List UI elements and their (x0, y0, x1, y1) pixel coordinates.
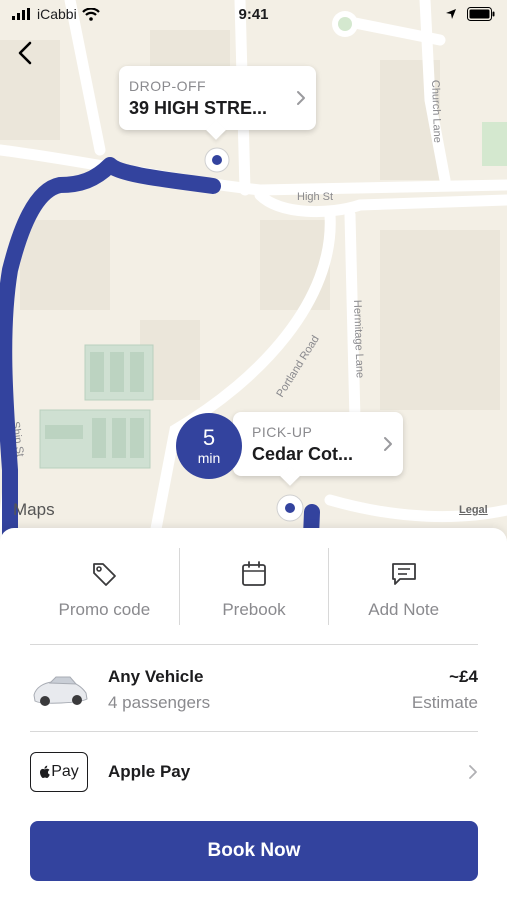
car-icon (33, 676, 88, 706)
prebook-label: Prebook (222, 600, 286, 619)
vehicle-passengers: 4 passengers (108, 693, 211, 712)
divider (30, 731, 478, 732)
chevron-left-icon (18, 41, 32, 65)
book-now-button[interactable]: Book Now (30, 821, 478, 881)
map-view[interactable]: High St Church Lane Hermitage Lane Portl… (0, 0, 507, 560)
apple-logo-icon (40, 765, 51, 778)
add-note-label: Add Note (368, 600, 440, 619)
eta-badge: 5 min (176, 413, 242, 479)
status-time: 9:41 (238, 5, 269, 23)
prebook-button[interactable]: Prebook (178, 548, 329, 625)
dropoff-marker (204, 147, 230, 173)
calendar-icon (242, 561, 266, 586)
apple-pay-badge-text: Pay (51, 763, 79, 780)
divider (30, 644, 478, 645)
action-bar: Promo code Prebook Add Note (30, 548, 478, 625)
vehicle-name: Any Vehicle (108, 667, 204, 686)
pickup-callout[interactable]: PICK-UP Cedar Cot... (233, 412, 403, 476)
signal-icon (12, 8, 30, 20)
legal-link[interactable]: Legal (459, 504, 488, 516)
payment-method-selector[interactable]: Pay Apple Pay (30, 746, 478, 798)
pickup-label: PICK-UP (252, 423, 313, 440)
back-button[interactable] (12, 38, 38, 68)
eta-value: 5 (202, 425, 216, 450)
dropoff-callout[interactable]: DROP-OFF 39 HIGH STRE... (119, 66, 316, 130)
booking-sheet: Promo code Prebook Add Note Any Vehicle … (0, 528, 507, 900)
carrier-name: iCabbi (37, 6, 77, 22)
chevron-right-icon (297, 91, 305, 105)
maps-logo: Maps (13, 500, 55, 519)
location-arrow-icon (446, 9, 456, 19)
payment-name: Apple Pay (108, 762, 191, 781)
eta-unit: min (197, 450, 221, 466)
battery-icon (467, 7, 495, 21)
dropoff-address: 39 HIGH STRE... (129, 97, 268, 118)
wifi-icon (81, 7, 100, 21)
chevron-right-icon (469, 765, 477, 779)
promo-code-button[interactable]: Promo code (30, 548, 179, 625)
pickup-marker (276, 494, 304, 522)
tag-icon (93, 563, 117, 586)
price-note: Estimate (411, 693, 478, 712)
pickup-address: Cedar Cot... (252, 443, 354, 464)
message-icon (391, 563, 416, 585)
promo-code-label: Promo code (58, 600, 151, 619)
street-label-high-st: High St (297, 191, 333, 203)
price-estimate: ~£4 (449, 667, 478, 686)
street-label-church-lane: Church Lane (429, 80, 443, 143)
add-note-button[interactable]: Add Note (328, 548, 478, 625)
dropoff-label: DROP-OFF (129, 77, 207, 94)
apple-pay-badge: Pay (30, 752, 88, 792)
vehicle-selector[interactable]: Any Vehicle 4 passengers ~£4 Estimate (30, 649, 478, 731)
chevron-right-icon (384, 437, 392, 451)
status-bar: iCabbi 9:41 (0, 0, 507, 28)
